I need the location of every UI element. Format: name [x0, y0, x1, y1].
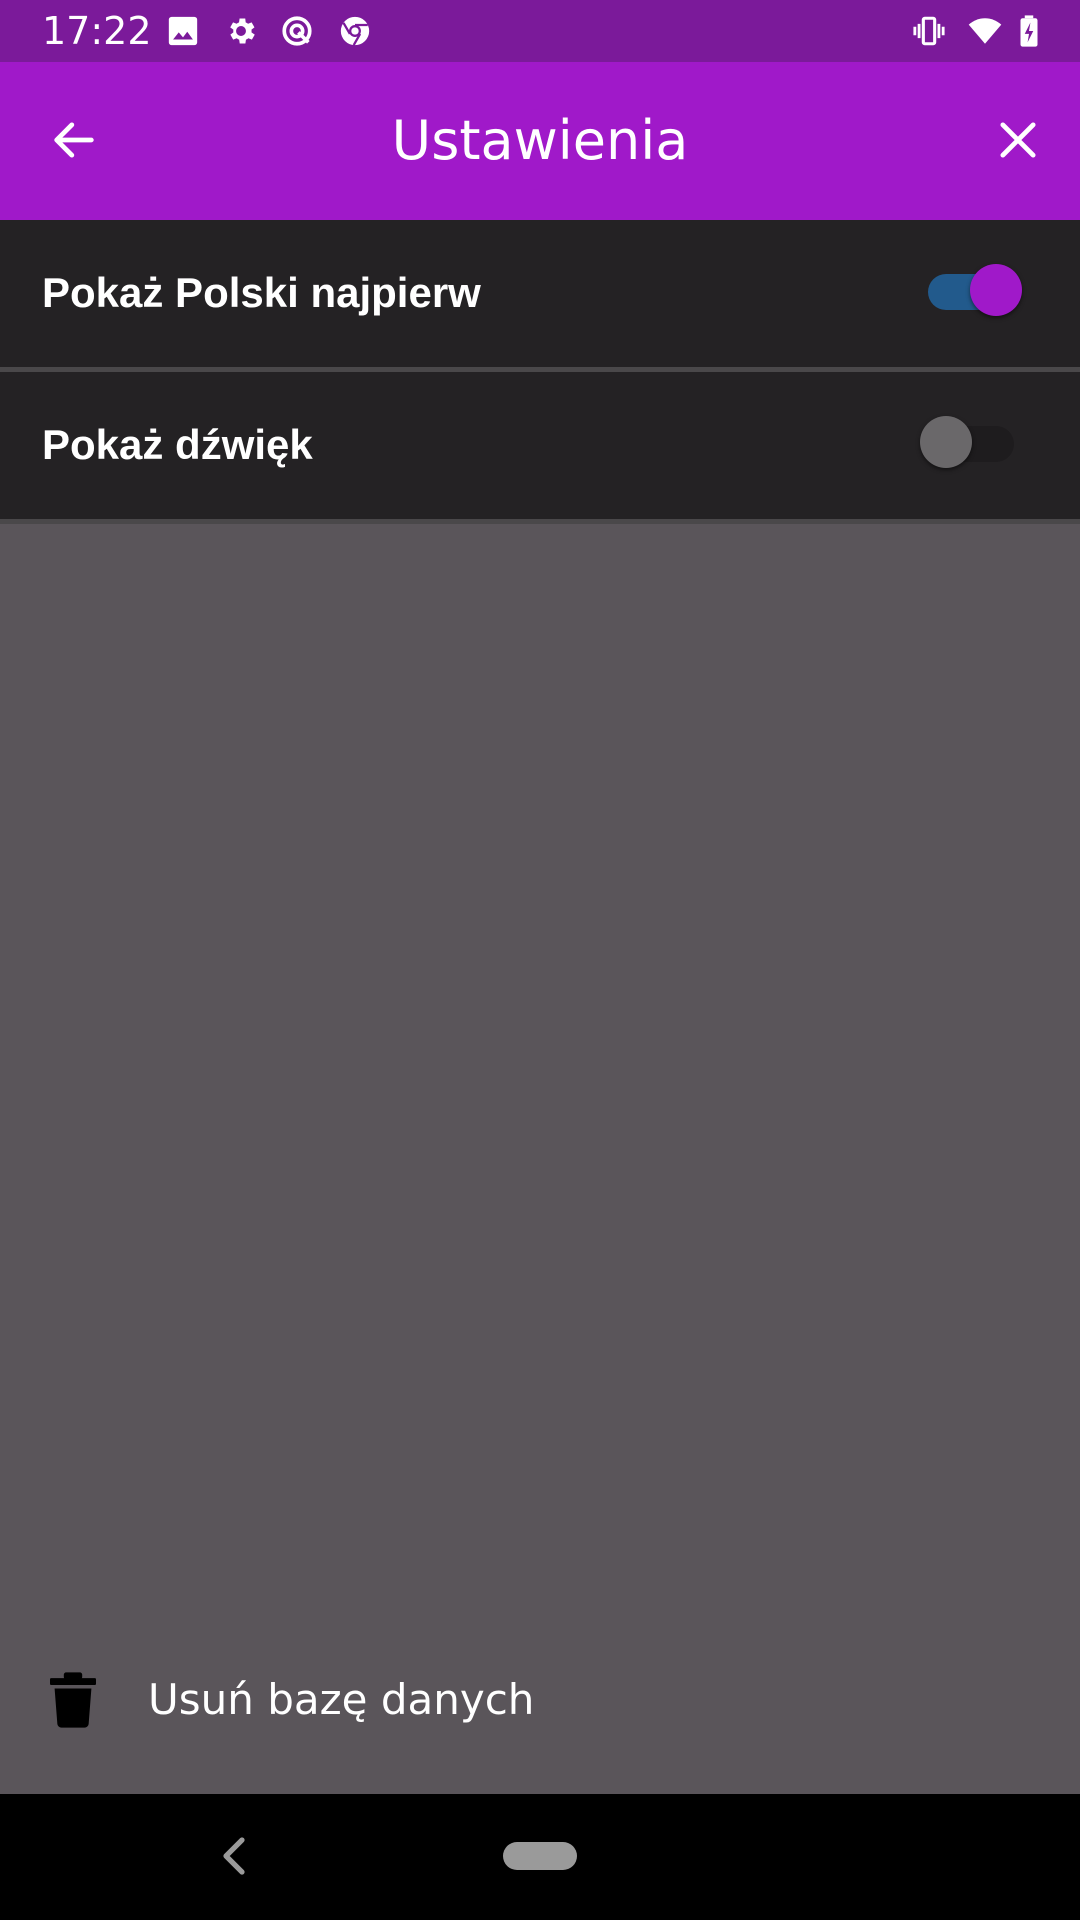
- switch-thumb: [970, 264, 1022, 316]
- show-sound-switch[interactable]: [920, 416, 1014, 468]
- page-title: Ustawienia: [391, 109, 689, 172]
- app-bar: Ustawienia: [0, 62, 1080, 220]
- gear-icon: [224, 14, 258, 48]
- nav-home-pill[interactable]: [503, 1842, 577, 1870]
- settings-list: Pokaż Polski najpierw Pokaż dźwięk: [0, 220, 1080, 524]
- delete-database-button[interactable]: Usuń bazę danych: [0, 1630, 1080, 1770]
- vibrate-icon: [912, 14, 946, 48]
- settings-screen: 17:22 Ustawienia Pokaż Polski najpierw P…: [0, 0, 1080, 1920]
- show-polish-first-switch[interactable]: [928, 264, 1022, 316]
- chrome-icon: [338, 14, 372, 48]
- nav-back-icon[interactable]: [214, 1834, 254, 1878]
- image-icon: [166, 14, 200, 48]
- setting-label: Pokaż dźwięk: [42, 421, 313, 468]
- switch-thumb: [920, 416, 972, 468]
- assistant-icon: [280, 14, 314, 48]
- status-time: 17:22: [42, 9, 152, 53]
- navigation-bar: [0, 1794, 1080, 1920]
- status-bar: 17:22: [0, 0, 1080, 62]
- close-button[interactable]: [980, 102, 1056, 178]
- wifi-icon: [968, 14, 1002, 48]
- setting-row-show-sound[interactable]: Pokaż dźwięk: [0, 372, 1080, 524]
- delete-database-label: Usuń bazę danych: [148, 1675, 535, 1724]
- trash-icon: [50, 1672, 96, 1728]
- battery-charging-icon: [1012, 14, 1046, 48]
- setting-label: Pokaż Polski najpierw: [42, 269, 481, 316]
- close-icon: [1000, 122, 1036, 158]
- setting-row-show-polish-first[interactable]: Pokaż Polski najpierw: [0, 220, 1080, 372]
